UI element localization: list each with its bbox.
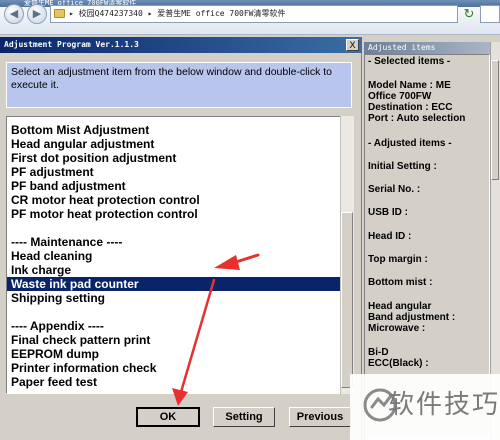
list-item[interactable] bbox=[7, 221, 343, 235]
list-item[interactable]: ---- Maintenance ---- bbox=[7, 235, 343, 249]
top-margin: Top margin : bbox=[368, 254, 428, 265]
bottom-mist: Bottom mist : bbox=[368, 277, 433, 288]
list-item[interactable]: Paper feed test bbox=[7, 375, 343, 389]
side-scroll-thumb[interactable] bbox=[491, 60, 499, 180]
side-panel-title: Adjusted items bbox=[364, 42, 490, 54]
refresh-button[interactable]: ↻ bbox=[460, 6, 478, 22]
search-input[interactable] bbox=[480, 5, 500, 23]
usb-id: USB ID : bbox=[368, 207, 408, 218]
model-name-cont: Office 700FW bbox=[368, 91, 432, 102]
adjusted-items-header: - Adjusted items - bbox=[368, 138, 452, 149]
watermark-text: 软件技巧 bbox=[387, 390, 500, 420]
forward-arrow-icon: ▶ bbox=[32, 8, 42, 20]
back-button[interactable]: ◀ bbox=[4, 4, 24, 24]
list-item[interactable]: PF band adjustment bbox=[7, 179, 343, 193]
model-name: Model Name : ME bbox=[368, 80, 451, 91]
back-arrow-icon: ◀ bbox=[9, 8, 19, 20]
program-title-bar: Adjustment Program Ver.1.1.3 bbox=[0, 37, 362, 53]
list-scroll-thumb[interactable] bbox=[341, 212, 353, 388]
list-item[interactable]: Shipping setting bbox=[7, 291, 343, 305]
forward-button[interactable]: ▶ bbox=[27, 4, 47, 24]
list-item[interactable]: Head angular adjustment bbox=[7, 137, 343, 151]
list-item[interactable]: Printer information check bbox=[7, 361, 343, 375]
close-icon: X bbox=[349, 40, 356, 50]
band-adjustment: Band adjustment : bbox=[368, 312, 456, 323]
list-item[interactable]: Ink charge bbox=[7, 263, 343, 277]
adjustment-item-list[interactable]: Bottom Mist Adjustment Head angular adjus… bbox=[6, 116, 344, 394]
list-item[interactable]: Waste ink pad counter bbox=[7, 277, 343, 291]
list-item[interactable]: Bottom Mist Adjustment bbox=[7, 123, 343, 137]
list-item[interactable]: Head cleaning bbox=[7, 249, 343, 263]
bi-d: Bi-D bbox=[368, 347, 389, 358]
list-item[interactable]: CR motor heat protection control bbox=[7, 193, 343, 207]
list-item[interactable]: EEPROM dump bbox=[7, 347, 343, 361]
list-item[interactable]: PF motor heat protection control bbox=[7, 207, 343, 221]
serial-no: Serial No. : bbox=[368, 184, 421, 195]
port: Port : Auto selection bbox=[368, 113, 466, 124]
instructions-text: Select an adjustment item from the below… bbox=[6, 62, 352, 108]
head-angular: Head angular bbox=[368, 301, 432, 312]
list-item[interactable]: Final check pattern print bbox=[7, 333, 343, 347]
address-bar[interactable]: ▸ 校园Q474237340 ▸ 爱普生ME office 700FW清零软件 bbox=[50, 5, 458, 23]
refresh-icon: ↻ bbox=[463, 6, 475, 21]
head-id: Head ID : bbox=[368, 231, 412, 242]
previous-button[interactable]: Previous bbox=[289, 407, 351, 427]
close-button[interactable]: X bbox=[346, 39, 359, 51]
list-item[interactable]: First dot position adjustment bbox=[7, 151, 343, 165]
microwave: Microwave : bbox=[368, 323, 426, 334]
list-item[interactable]: PF adjustment bbox=[7, 165, 343, 179]
ecc-black: ECC(Black) : bbox=[368, 358, 429, 369]
folder-icon bbox=[54, 9, 65, 18]
destination: Destination : ECC bbox=[368, 102, 453, 113]
initial-setting: Initial Setting : bbox=[368, 161, 437, 172]
selected-items-header: - Selected items - bbox=[368, 56, 451, 67]
setting-button[interactable]: Setting bbox=[213, 407, 275, 427]
ok-button[interactable]: OK bbox=[136, 407, 200, 427]
list-item[interactable]: ---- Appendix ---- bbox=[7, 319, 343, 333]
list-item[interactable] bbox=[7, 305, 343, 319]
